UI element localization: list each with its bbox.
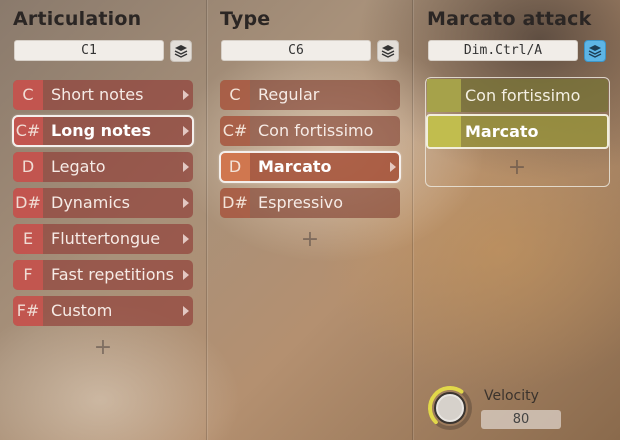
attack-layers-button[interactable] <box>584 40 606 62</box>
note-key: D <box>220 152 250 182</box>
attack-item[interactable]: Con fortissimo <box>427 79 608 112</box>
note-key: D# <box>220 188 250 218</box>
list-item-label: Legato <box>51 157 106 176</box>
note-key: F# <box>13 296 43 326</box>
list-item[interactable]: C# Con fortissimo <box>220 116 400 146</box>
velocity-knob[interactable] <box>427 385 473 431</box>
type-title: Type <box>220 8 271 30</box>
add-articulation-button[interactable]: + <box>93 335 113 360</box>
list-item[interactable]: E Fluttertongue <box>13 224 193 254</box>
list-item[interactable]: F# Custom <box>13 296 193 326</box>
list-item[interactable]: D Legato <box>13 152 193 182</box>
type-key-field[interactable]: C6 <box>221 40 371 61</box>
attack-key-field[interactable]: Dim.Ctrl/A <box>428 40 578 61</box>
note-key: D# <box>13 188 43 218</box>
layers-icon <box>174 45 188 58</box>
attack-title: Marcato attack <box>427 8 592 30</box>
list-item[interactable]: C# Long notes <box>12 115 194 147</box>
note-key: D <box>13 152 43 182</box>
list-item-label: Con fortissimo <box>258 121 374 140</box>
add-attack-button[interactable]: + <box>507 155 527 180</box>
column-divider <box>412 0 413 440</box>
add-type-button[interactable]: + <box>300 227 320 252</box>
chevron-right-icon <box>183 306 189 316</box>
articulation-layers-button[interactable] <box>170 40 192 62</box>
note-key: E <box>13 224 43 254</box>
note-key: C <box>13 80 43 110</box>
note-key: C <box>220 80 250 110</box>
chevron-right-icon <box>183 126 189 136</box>
chevron-right-icon <box>390 162 396 172</box>
note-key: C# <box>13 116 43 146</box>
attack-item-label: Marcato <box>465 122 539 141</box>
list-item[interactable]: D Marcato <box>219 151 401 183</box>
list-item-label: Regular <box>258 85 320 104</box>
list-item-label: Fast repetitions <box>51 265 175 284</box>
layers-icon <box>588 45 602 58</box>
list-item-label: Long notes <box>51 121 152 140</box>
column-divider <box>206 0 207 440</box>
type-layers-button[interactable] <box>377 40 399 62</box>
chevron-right-icon <box>183 90 189 100</box>
knob-face <box>438 396 462 420</box>
velocity-label: Velocity <box>484 388 539 404</box>
list-item[interactable]: C Short notes <box>13 80 193 110</box>
layers-icon <box>381 45 395 58</box>
articulation-key-field[interactable]: C1 <box>14 40 164 61</box>
list-item[interactable]: F Fast repetitions <box>13 260 193 290</box>
chevron-right-icon <box>183 198 189 208</box>
attack-item-label: Con fortissimo <box>465 86 581 105</box>
chevron-right-icon <box>183 270 189 280</box>
list-item-label: Custom <box>51 301 113 320</box>
chevron-right-icon <box>183 234 189 244</box>
articulation-title: Articulation <box>13 8 142 30</box>
attack-color-swatch <box>427 115 461 148</box>
list-item-label: Espressivo <box>258 193 344 212</box>
list-item[interactable]: D# Espressivo <box>220 188 400 218</box>
list-item-label: Dynamics <box>51 193 130 212</box>
list-item[interactable]: C Regular <box>220 80 400 110</box>
chevron-right-icon <box>183 162 189 172</box>
attack-color-swatch <box>427 79 461 112</box>
note-key: C# <box>220 116 250 146</box>
attack-item-selected[interactable]: Marcato <box>426 114 609 149</box>
list-item[interactable]: D# Dynamics <box>13 188 193 218</box>
velocity-value-field[interactable]: 80 <box>481 410 561 429</box>
list-item-label: Short notes <box>51 85 144 104</box>
list-item-label: Marcato <box>258 157 332 176</box>
type-list: C Regular C# Con fortissimo D Marcato D# Espres… <box>219 80 401 224</box>
list-item-label: Fluttertongue <box>51 229 161 248</box>
articulation-list: C Short notes C# Long notes D Legato D# Dynamic… <box>12 80 194 332</box>
note-key: F <box>13 260 43 290</box>
